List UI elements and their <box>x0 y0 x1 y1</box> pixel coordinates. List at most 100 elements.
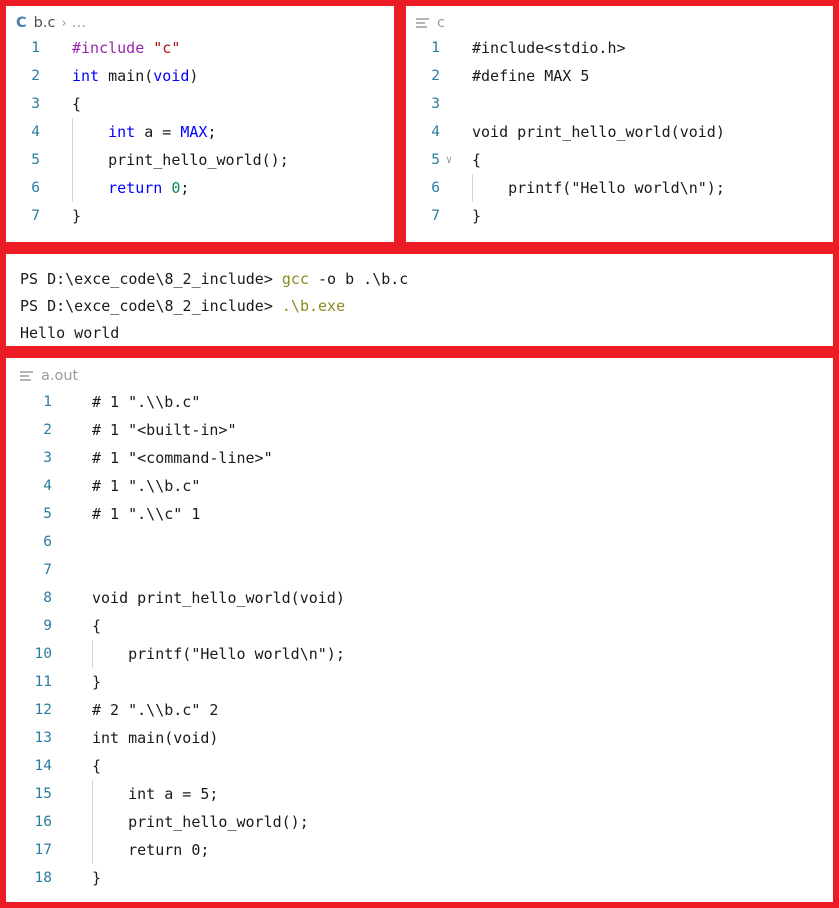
code-line[interactable]: 14 { <box>6 752 833 780</box>
line-number: 2 <box>43 422 52 438</box>
terminal-command: gcc <box>281 270 309 288</box>
code-line[interactable]: 3 <box>406 90 833 118</box>
code-line[interactable]: 18} <box>6 864 833 892</box>
code-line[interactable]: 2 # 1 "<built-in>" <box>6 416 833 444</box>
code-editor-c[interactable]: 1 #include<stdio.h> 2 #define MAX 5 3 4 void p… <box>406 34 833 230</box>
code-text: print_hello_world(); <box>58 146 289 174</box>
token-plain: } <box>72 207 82 225</box>
token-plain: void print_hello_world(void) <box>92 589 345 607</box>
token-kw: int <box>72 67 100 85</box>
terminal-line: PS D:\exce_code\8_2_include> gcc -o b .\… <box>20 266 833 293</box>
code-line[interactable]: 3{ <box>6 90 394 118</box>
line-number: 17 <box>34 842 52 858</box>
screenshot-root: C b.c › … 1 #include "c" 2 int main(void) 3{… <box>0 0 839 908</box>
code-editor-aout[interactable]: 1 # 1 ".\\b.c" 2 # 1 "<built-in>" 3 # 1 "<com… <box>6 386 833 892</box>
terminal-command: .\b.exe <box>281 297 346 315</box>
code-editor-bc[interactable]: 1 #include "c" 2 int main(void) 3{4 int a = … <box>6 34 394 230</box>
code-line[interactable]: 17 return 0; <box>6 836 833 864</box>
breadcrumb-file-name-aout[interactable]: a.out <box>41 368 78 384</box>
line-number: 7 <box>31 208 40 224</box>
code-line[interactable]: 13 int main(void) <box>6 724 833 752</box>
token-kw: void <box>153 67 190 85</box>
line-number: 16 <box>34 814 52 830</box>
code-line[interactable]: 1 # 1 ".\\b.c" <box>6 388 833 416</box>
code-line[interactable]: 7} <box>6 202 394 230</box>
token-plain: # 2 ".\\b.c" 2 <box>92 701 219 719</box>
token-pre: #include <box>72 39 145 57</box>
code-text: } <box>70 668 101 696</box>
token-plain: { <box>92 757 102 775</box>
line-number: 7 <box>431 208 440 224</box>
code-line[interactable]: 3 # 1 "<command-line>" <box>6 444 833 472</box>
token-plain: } <box>92 673 102 691</box>
code-line[interactable]: 5 # 1 ".\\c" 1 <box>6 500 833 528</box>
code-text: int main(void) <box>58 62 198 90</box>
code-text: return 0; <box>70 836 209 864</box>
line-number: 9 <box>43 618 52 634</box>
token-plain: ; <box>207 123 217 141</box>
code-line[interactable]: 1 #include "c" <box>6 34 394 62</box>
code-line[interactable]: 11} <box>6 668 833 696</box>
code-text: int a = MAX; <box>58 118 217 146</box>
editor-pane-c: c 1 #include<stdio.h> 2 #define MAX 5 3 4 void… <box>406 6 833 242</box>
code-line[interactable]: 4 int a = MAX; <box>6 118 394 146</box>
code-line[interactable]: 6 <box>6 528 833 556</box>
code-line[interactable]: 7} <box>406 202 833 230</box>
terminal-line: Hello world <box>20 320 833 346</box>
line-number: 1 <box>31 40 40 56</box>
code-line[interactable]: 12 # 2 ".\\b.c" 2 <box>6 696 833 724</box>
code-line[interactable]: 2 int main(void) <box>6 62 394 90</box>
code-line[interactable]: 2 #define MAX 5 <box>406 62 833 90</box>
annotation-frame-editor-c: c 1 #include<stdio.h> 2 #define MAX 5 3 4 void… <box>400 0 839 248</box>
token-plain: { <box>92 617 102 635</box>
code-line[interactable]: 7 <box>6 556 833 584</box>
code-line[interactable]: 5 ∨ { <box>406 146 833 174</box>
breadcrumb-aout[interactable]: a.out <box>6 358 833 386</box>
line-number: 14 <box>34 758 52 774</box>
token-plain: int a = 5; <box>92 785 219 803</box>
token-kw: return <box>108 179 163 197</box>
token-plain: void print_hello_world(void) <box>472 123 725 141</box>
code-line[interactable]: 9{ <box>6 612 833 640</box>
terminal-output[interactable]: PS D:\exce_code\8_2_include> gcc -o b .\… <box>6 254 833 346</box>
code-line[interactable]: 4 # 1 ".\\b.c" <box>6 472 833 500</box>
outline-lines-icon <box>416 18 429 29</box>
chevron-right-icon: › <box>61 15 67 31</box>
code-line[interactable]: 8 void print_hello_world(void) <box>6 584 833 612</box>
code-line[interactable]: 5 print_hello_world(); <box>6 146 394 174</box>
editor-pane-bc: C b.c › … 1 #include "c" 2 int main(void) 3{… <box>6 6 394 242</box>
line-number: 4 <box>31 124 40 140</box>
code-line[interactable]: 15 int a = 5; <box>6 780 833 808</box>
code-text: printf("Hello world\n"); <box>70 640 345 668</box>
breadcrumb-ellipsis[interactable]: … <box>72 15 87 31</box>
breadcrumb[interactable]: C b.c › … <box>6 6 394 34</box>
token-plain: printf("Hello world\n"); <box>472 179 725 197</box>
chevron-down-icon[interactable]: ∨ <box>440 146 458 174</box>
code-line[interactable]: 6 printf("Hello world\n"); <box>406 174 833 202</box>
c-file-icon: C <box>16 15 27 31</box>
line-number: 6 <box>431 180 440 196</box>
editor-pane-aout: a.out 1 # 1 ".\\b.c" 2 # 1 "<built-in>" 3 # 1… <box>6 358 833 902</box>
code-line[interactable]: 6 return 0; <box>6 174 394 202</box>
breadcrumb-c[interactable]: c <box>406 6 833 34</box>
terminal-text: PS D:\exce_code\8_2_include> <box>20 297 282 315</box>
breadcrumb-file-name[interactable]: b.c <box>34 15 56 31</box>
code-line[interactable]: 1 #include<stdio.h> <box>406 34 833 62</box>
line-number: 3 <box>43 450 52 466</box>
token-plain: main( <box>99 67 154 85</box>
code-line[interactable]: 4 void print_hello_world(void) <box>406 118 833 146</box>
token-macro: MAX <box>180 123 208 141</box>
line-number: 7 <box>43 562 52 578</box>
token-plain: print_hello_world(); <box>72 151 289 169</box>
terminal-pane[interactable]: PS D:\exce_code\8_2_include> gcc -o b .\… <box>6 254 833 346</box>
code-line[interactable]: 16 print_hello_world(); <box>6 808 833 836</box>
line-number: 10 <box>34 646 52 662</box>
code-line[interactable]: 10 printf("Hello world\n"); <box>6 640 833 668</box>
code-text: { <box>458 146 481 174</box>
token-plain: # 1 "<command-line>" <box>92 449 273 467</box>
breadcrumb-file-name-c[interactable]: c <box>437 15 445 31</box>
code-text: { <box>58 90 81 118</box>
